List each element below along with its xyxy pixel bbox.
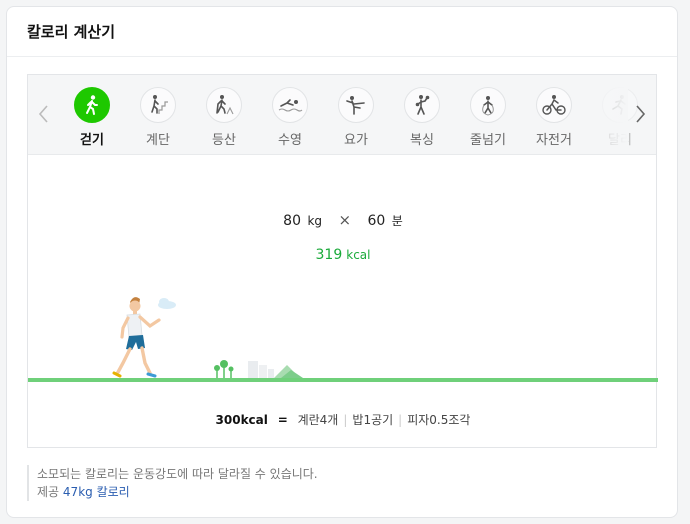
walking-illustration bbox=[28, 297, 658, 382]
jump-rope-icon bbox=[470, 87, 506, 123]
swimming-icon bbox=[272, 87, 308, 123]
boxing-icon bbox=[404, 87, 440, 123]
tab-swimming[interactable]: 수영 bbox=[260, 87, 320, 148]
tab-label: 달리 bbox=[608, 133, 632, 148]
cloud-icon bbox=[158, 298, 176, 309]
trees-icon bbox=[214, 360, 234, 378]
separator: | bbox=[343, 413, 348, 427]
tab-label: 자전거 bbox=[536, 133, 572, 148]
yoga-icon bbox=[338, 87, 374, 123]
result-value: 319 bbox=[315, 247, 343, 263]
buildings-icon bbox=[248, 361, 274, 378]
equivalent-item-egg: 계란4개 bbox=[297, 413, 339, 427]
tab-jump-rope[interactable]: 줄넘기 bbox=[458, 87, 518, 148]
tab-label: 복싱 bbox=[410, 133, 434, 148]
ground-line bbox=[28, 378, 658, 382]
tab-boxing[interactable]: 복싱 bbox=[392, 87, 452, 148]
exercise-tabs: 걷기 계단 등산 수영 요가 복싱 줄넘기 자전거 달리 bbox=[28, 75, 656, 155]
tab-label: 등산 bbox=[212, 133, 236, 148]
equals-sign: = bbox=[277, 413, 288, 427]
tab-hiking[interactable]: 등산 bbox=[194, 87, 254, 148]
calculator-box: 걷기 계단 등산 수영 요가 복싱 줄넘기 자전거 달리 80 kg × 60 … bbox=[27, 74, 658, 448]
tab-label: 요가 bbox=[344, 133, 368, 148]
bicycle-icon bbox=[536, 87, 572, 123]
tab-stairs[interactable]: 계단 bbox=[128, 87, 188, 148]
tab-label: 걷기 bbox=[80, 133, 104, 148]
weight-unit: kg bbox=[307, 214, 323, 228]
tab-bicycle[interactable]: 자전거 bbox=[524, 87, 584, 148]
separator: | bbox=[398, 413, 403, 427]
equivalent-item-pizza: 피자0.5조각 bbox=[407, 413, 471, 427]
next-arrow-icon[interactable] bbox=[632, 103, 648, 125]
hiking-icon bbox=[206, 87, 242, 123]
minutes-unit: 분 bbox=[391, 214, 403, 228]
calorie-result: 319 kcal bbox=[28, 247, 658, 263]
provider-link[interactable]: 47kg 칼로리 bbox=[63, 485, 130, 499]
minutes-value[interactable]: 60 bbox=[368, 213, 386, 229]
multiply-icon: × bbox=[338, 211, 352, 229]
tab-walking[interactable]: 걷기 bbox=[62, 87, 122, 148]
calorie-formula: 80 kg × 60 분 bbox=[28, 211, 658, 229]
weight-value[interactable]: 80 bbox=[283, 213, 301, 229]
card-header: 칼로리 계산기 bbox=[7, 7, 677, 57]
calorie-calculator-card: 칼로리 계산기 걷기 계단 등산 수영 요가 복싱 줄넘기 자전거 달리 80 … bbox=[6, 6, 678, 518]
calorie-equivalent: 300kcal = 계란4개 | 밥1공기 | 피자0.5조각 bbox=[28, 411, 658, 428]
intensity-note: 소모되는 칼로리는 운동강도에 따라 달라질 수 있습니다. bbox=[37, 467, 318, 481]
equivalent-kcal: 300kcal bbox=[215, 413, 268, 427]
provider-line: 제공 47kg 칼로리 bbox=[37, 483, 318, 501]
provider-prefix: 제공 bbox=[37, 485, 60, 499]
notes: 소모되는 칼로리는 운동강도에 따라 달라질 수 있습니다. 제공 47kg 칼… bbox=[27, 465, 318, 501]
stairs-icon bbox=[140, 87, 176, 123]
card-title: 칼로리 계산기 bbox=[27, 23, 116, 41]
tab-yoga[interactable]: 요가 bbox=[326, 87, 386, 148]
tab-label: 계단 bbox=[146, 133, 170, 148]
walker-figure bbox=[112, 297, 161, 378]
tab-label: 줄넘기 bbox=[470, 133, 506, 148]
walking-icon bbox=[74, 87, 110, 123]
prev-arrow-icon[interactable] bbox=[36, 103, 52, 125]
hills-icon bbox=[274, 365, 303, 378]
result-unit: kcal bbox=[346, 248, 371, 262]
equivalent-item-rice: 밥1공기 bbox=[352, 413, 394, 427]
tab-label: 수영 bbox=[278, 133, 302, 148]
